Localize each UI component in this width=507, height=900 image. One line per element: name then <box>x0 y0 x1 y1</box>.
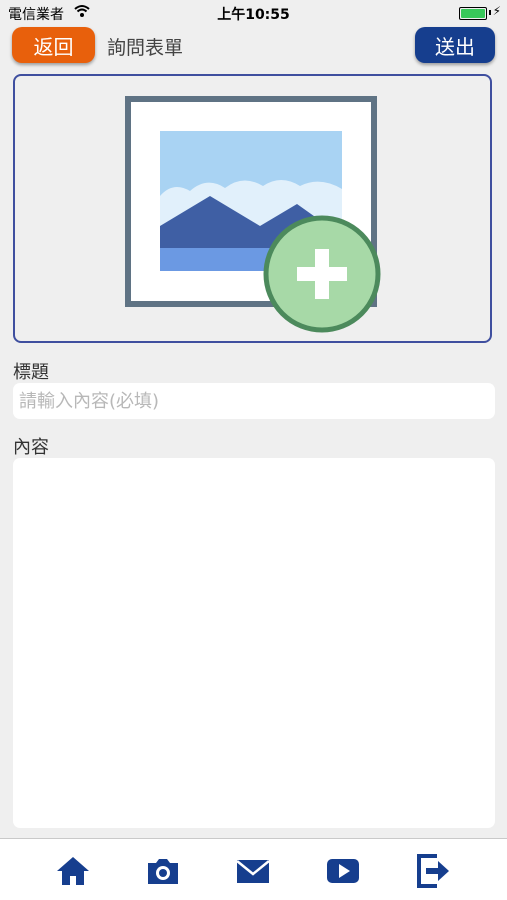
charging-icon: ⚡ <box>492 4 501 18</box>
camera-icon <box>148 859 178 884</box>
mail-icon <box>236 860 270 883</box>
send-button[interactable]: 送出 <box>415 27 495 63</box>
page-title: 詢問表單 <box>107 37 184 59</box>
status-time: 上午10:55 <box>217 7 290 23</box>
status-bar: 電信業者 上午10:55 ⚡ <box>0 0 507 26</box>
video-tab[interactable] <box>323 851 363 891</box>
content-label: 內容 <box>13 437 49 458</box>
battery-cap <box>489 10 491 15</box>
add-image-icon <box>125 96 381 333</box>
mail-tab[interactable] <box>233 851 273 891</box>
battery-icon <box>459 7 487 20</box>
content-textarea[interactable] <box>13 458 495 828</box>
tab-bar <box>0 838 507 900</box>
home-icon <box>57 857 89 885</box>
title-input[interactable] <box>13 383 495 419</box>
home-tab[interactable] <box>53 851 93 891</box>
logout-icon <box>417 854 449 888</box>
camera-tab[interactable] <box>143 851 183 891</box>
back-button[interactable]: 返回 <box>12 27 95 63</box>
title-label: 標題 <box>13 362 49 383</box>
logout-tab[interactable] <box>413 851 453 891</box>
image-picker[interactable] <box>13 74 492 343</box>
video-play-icon <box>327 859 359 883</box>
